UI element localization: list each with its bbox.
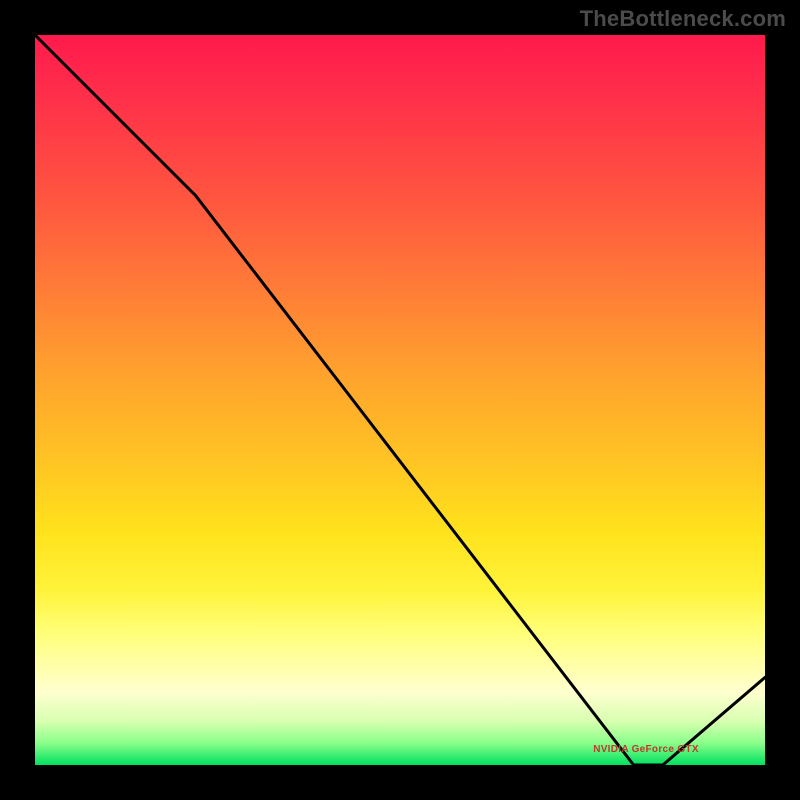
chart-frame: TheBottleneck.com NVIDIA GeForce GTX	[0, 0, 800, 800]
plot-area: NVIDIA GeForce GTX	[35, 35, 765, 765]
heat-gradient-background	[35, 35, 765, 765]
watermark-text: TheBottleneck.com	[580, 6, 786, 32]
